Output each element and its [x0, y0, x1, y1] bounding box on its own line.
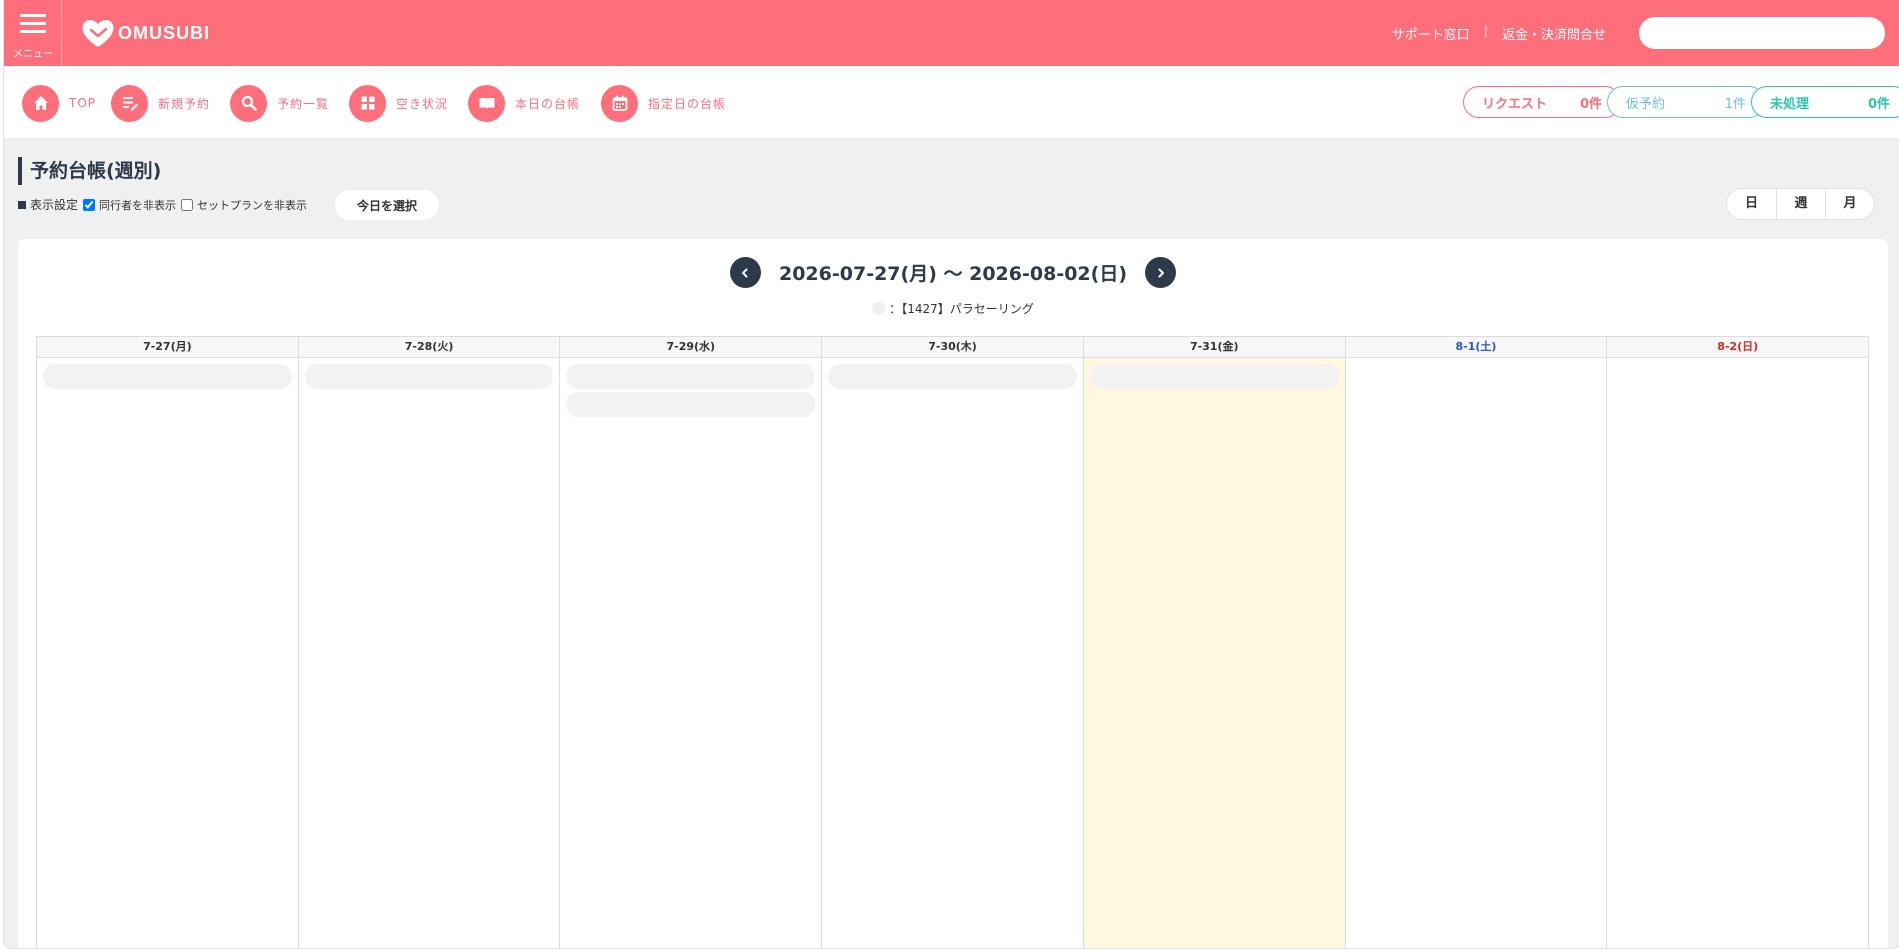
hide-companions-checkbox[interactable] — [83, 198, 96, 211]
square-bullet-icon — [18, 200, 26, 209]
booking-entry[interactable] — [566, 364, 816, 389]
nav-label: 新規予約 — [158, 96, 211, 111]
nav-item-availability[interactable]: 空き状況 — [349, 84, 448, 122]
menu-line — [20, 14, 46, 17]
calendar-panel: 2026-07-27(月) ～ 2026-08-02(日) ：【1427】パラセ… — [18, 239, 1888, 948]
unprocessed-counter-button[interactable]: 未処理 0件 — [1751, 86, 1899, 118]
menu-button[interactable]: メニュー — [4, 0, 62, 66]
view-month-button[interactable]: 月 — [1825, 189, 1874, 219]
edit-list-icon — [111, 84, 148, 122]
nav-label: TOP — [69, 96, 97, 110]
nav-item-top[interactable]: TOP — [22, 84, 96, 122]
day-header[interactable]: 8-2(日) — [1607, 337, 1869, 358]
chevron-right-icon — [1158, 268, 1164, 277]
day-header[interactable]: 7-31(金) — [1083, 337, 1345, 358]
day-column[interactable]: 7-31(金) — [1082, 337, 1345, 948]
nav-item-date-ledger[interactable]: 指定日の台帳 — [601, 84, 726, 122]
day-body — [1607, 358, 1868, 948]
search-icon — [230, 84, 267, 122]
hide-set-plans-checkbox[interactable] — [181, 198, 194, 211]
nav-label: 空き状況 — [396, 96, 449, 111]
day-body — [37, 358, 298, 948]
previous-week-button[interactable] — [729, 257, 761, 288]
top-header: メニュー OMUSUBI サポート窓口 | 返金・決済問合せ — [4, 0, 1899, 66]
home-icon — [22, 84, 59, 122]
legend-swatch — [872, 302, 886, 315]
provisional-booking-counter-button[interactable]: 仮予約 1件 — [1607, 86, 1765, 118]
booking-entry[interactable] — [566, 392, 816, 417]
nav-label: 本日の台帳 — [515, 96, 581, 111]
week-range: 2026-07-27(月) ～ 2026-08-02(日) — [778, 263, 1128, 285]
menu-line — [20, 30, 46, 33]
nav-bar: TOP 新規予約 予約一覧 空き状況 本日の台帳 指定日の台帳 リクエスト 0件… — [4, 66, 1899, 138]
hide-companions-label[interactable]: 同行者を非表示 — [99, 197, 176, 213]
logo[interactable]: OMUSUBI — [80, 16, 210, 50]
day-column[interactable]: 7-27(月) — [37, 337, 298, 948]
view-week-button[interactable]: 週 — [1776, 189, 1825, 219]
nav-item-booking-list[interactable]: 予約一覧 — [230, 84, 329, 122]
booking-entry[interactable] — [43, 364, 292, 389]
next-week-button[interactable] — [1145, 257, 1177, 288]
legend-label: ：【1427】パラセーリング — [889, 302, 1034, 316]
booking-entry[interactable] — [828, 364, 1077, 389]
grid-icon — [349, 84, 386, 122]
plan-legend: ：【1427】パラセーリング — [18, 300, 1888, 317]
hide-set-plans-label[interactable]: セットプランを非表示 — [197, 197, 307, 213]
day-body — [1346, 358, 1607, 948]
week-navigation: 2026-07-27(月) ～ 2026-08-02(日) — [18, 257, 1888, 288]
request-counter-button[interactable]: リクエスト 0件 — [1463, 86, 1621, 118]
nav-label: 予約一覧 — [277, 96, 330, 111]
settings-label: 表示設定 — [30, 198, 79, 212]
page-title: 予約台帳(週別) — [18, 157, 161, 185]
view-mode-toggle: 日 週 月 — [1726, 188, 1875, 220]
day-column[interactable]: 8-1(土) — [1344, 337, 1607, 948]
view-day-button[interactable]: 日 — [1727, 189, 1776, 219]
booking-entry[interactable] — [304, 364, 554, 389]
app-window: メニュー OMUSUBI サポート窓口 | 返金・決済問合せ TOP 新規予約 … — [4, 0, 1899, 948]
day-header[interactable]: 7-28(火) — [298, 337, 560, 358]
book-icon — [468, 84, 505, 122]
day-header[interactable]: 7-27(月) — [37, 337, 298, 358]
day-body — [560, 358, 821, 948]
select-today-button[interactable]: 今日を選択 — [335, 190, 439, 220]
day-header[interactable]: 7-30(木) — [822, 337, 1083, 358]
day-body — [822, 358, 1083, 948]
counter-value: 1件 — [1724, 96, 1746, 112]
counter-value: 0件 — [1579, 96, 1602, 112]
day-column[interactable]: 8-2(日) — [1606, 337, 1869, 948]
refund-inquiry-link[interactable]: 返金・決済問合せ — [1502, 24, 1606, 43]
day-column[interactable]: 7-30(木) — [821, 337, 1083, 948]
menu-line — [20, 22, 46, 25]
header-search-input[interactable] — [1639, 17, 1885, 49]
day-column[interactable]: 7-28(火) — [297, 337, 560, 948]
nav-item-today-ledger[interactable]: 本日の台帳 — [468, 84, 580, 122]
support-link[interactable]: サポート窓口 — [1392, 24, 1470, 43]
nav-label: 指定日の台帳 — [648, 96, 727, 111]
week-grid: 7-27(月) 7-28(火) 7-29(水) 7-30(木) 7-31(金) 8-1(土… — [36, 336, 1869, 948]
day-header[interactable]: 7-29(水) — [560, 337, 822, 358]
link-separator: | — [1483, 24, 1488, 39]
heart-logo-icon — [82, 19, 114, 47]
day-header[interactable]: 8-1(土) — [1345, 337, 1607, 358]
counter-label: 未処理 — [1770, 96, 1810, 112]
logo-text: OMUSUBI — [118, 22, 210, 43]
day-column[interactable]: 7-29(水) — [559, 337, 822, 948]
chevron-left-icon — [742, 268, 748, 277]
menu-label: メニュー — [13, 49, 53, 60]
header-links: サポート窓口 | 返金・決済問合せ — [1392, 24, 1606, 43]
day-body — [1083, 358, 1345, 948]
booking-entry[interactable] — [1089, 364, 1339, 389]
calendar-icon — [601, 84, 638, 122]
counter-label: 仮予約 — [1626, 96, 1666, 112]
display-settings: 表示設定 同行者を非表示 セットプランを非表示 — [18, 196, 307, 213]
day-body — [299, 358, 560, 948]
counter-label: リクエスト — [1482, 96, 1548, 112]
nav-item-new-booking[interactable]: 新規予約 — [111, 84, 210, 122]
counter-value: 0件 — [1867, 96, 1890, 112]
